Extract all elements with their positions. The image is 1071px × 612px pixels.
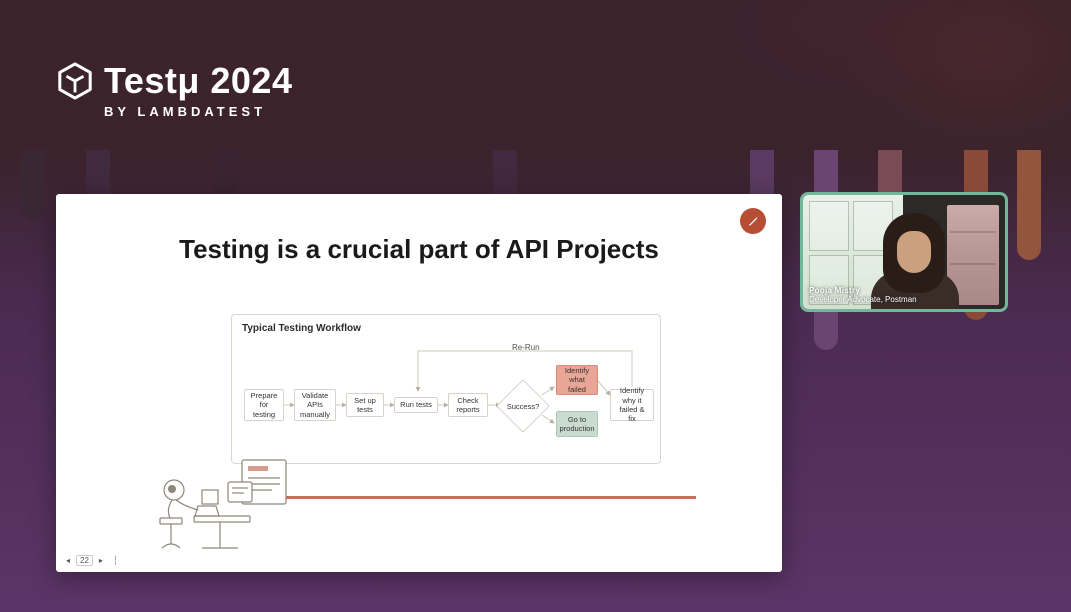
step-validate: ValidateAPIsmanually [294,389,336,421]
step-identify-why: Identifywhy itfailed & fix [610,389,654,421]
slide-title: Testing is a crucial part of API Project… [56,234,782,265]
presenter-webcam[interactable]: Pooja Mistry Developer Advocate, Postman [800,192,1008,312]
slide-page-number: 22 [76,555,93,566]
step-setup: Set uptests [346,393,384,417]
rerun-label: Re-Run [512,343,540,352]
step-prepare: Preparefortesting [244,389,284,421]
presenter-role: Developer Advocate, Postman [809,295,917,305]
event-logo: Testμ 2024 BY LAMBDATEST [56,60,292,119]
webcam-caption: Pooja Mistry Developer Advocate, Postman [809,286,917,305]
presenter-name: Pooja Mistry [809,286,917,296]
astronaut-illustration [132,456,292,554]
presentation-slide[interactable]: Testing is a crucial part of API Project… [56,194,782,572]
workflow-diagram: Typical Testing Workflow Re-Run [231,314,661,464]
step-identify-failed: Identifywhatfailed [556,365,598,395]
event-title: Testμ 2024 [104,60,292,102]
prev-slide-icon[interactable]: ◂ [66,556,70,565]
next-slide-icon[interactable]: ▸ [99,556,103,565]
slide-accent-line [266,496,696,499]
step-check: Checkreports [448,393,488,417]
hexagon-icon [56,62,94,100]
postman-badge-icon [740,208,766,234]
event-byline: BY LAMBDATEST [104,104,292,119]
step-go-prod: Go toproduction [556,411,598,437]
step-run: Run tests [394,397,438,413]
slide-footer: ◂ 22 ▸ ┊ [66,555,118,566]
